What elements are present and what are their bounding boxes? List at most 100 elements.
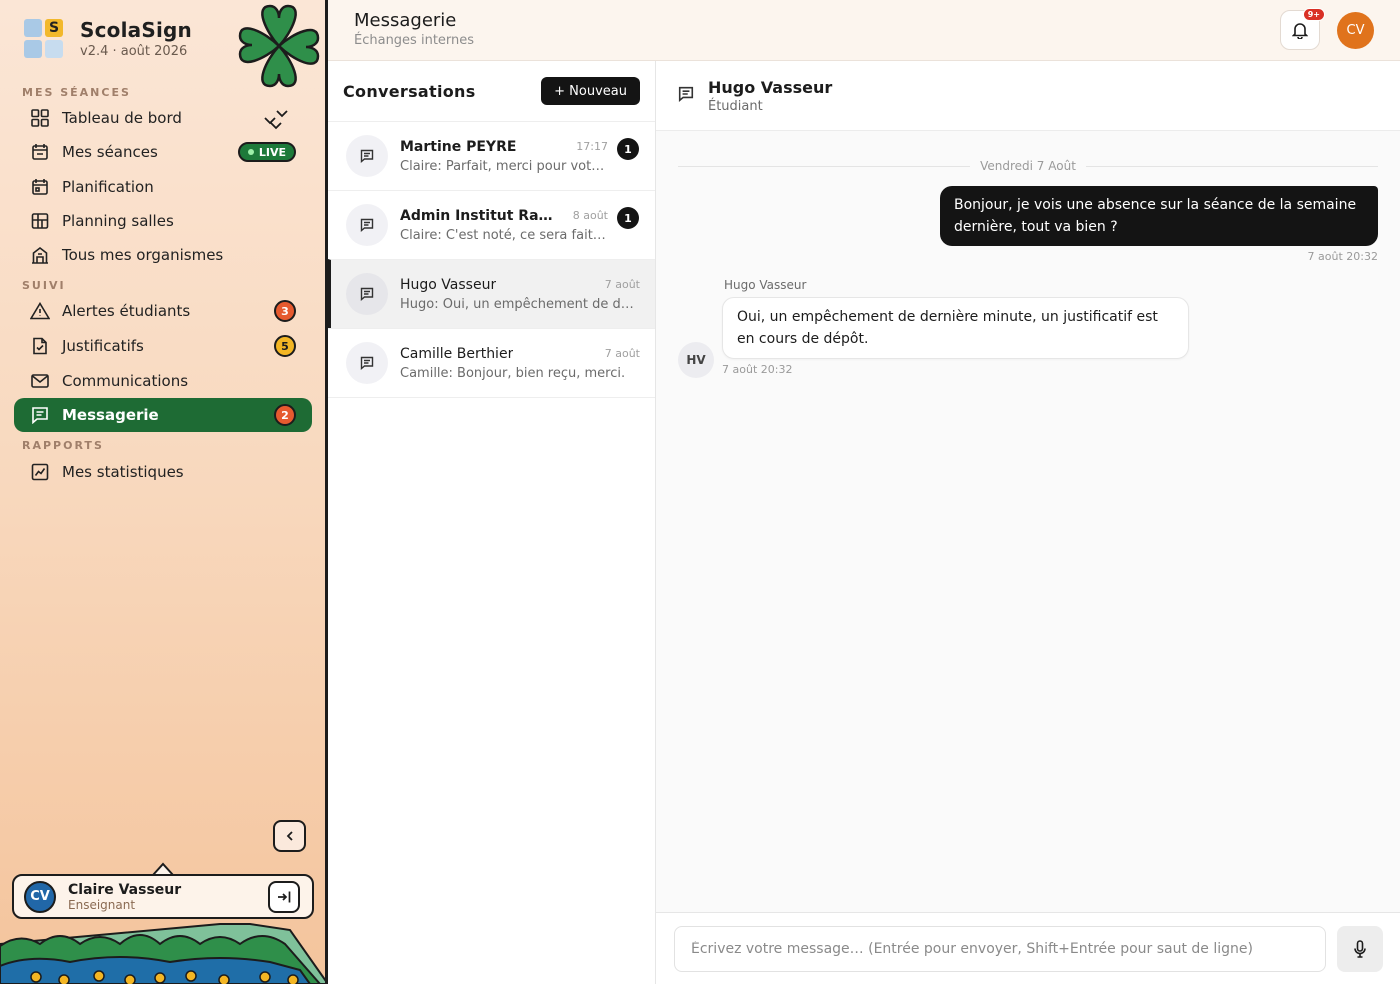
sidebar-item-alertes[interactable]: Alertes étudiants 3 (14, 294, 312, 328)
chat-contact-role: Étudiant (708, 98, 763, 114)
sidebar-item-label: Messagerie (62, 406, 159, 424)
message-timestamp: 7 août 20:32 (722, 363, 793, 376)
main-area: Messagerie Échanges internes 9+ CV Conve… (328, 0, 1400, 984)
messaging-body: Conversations + Nouveau Martine PEYRE 17… (328, 61, 1400, 984)
conversation-date: 17:17 (576, 140, 608, 153)
conversation-preview: Camille: Bonjour, bien reçu, merci. (400, 365, 626, 381)
app-logo: S (24, 18, 64, 59)
microphone-icon (1354, 939, 1366, 958)
bell-icon (1292, 23, 1308, 39)
mail-icon (30, 371, 50, 391)
building-icon (30, 245, 50, 265)
sidebar-item-label: Tableau de bord (62, 109, 182, 127)
message-bubble-incoming: Oui, un empêchement de dernière minute, … (722, 297, 1189, 359)
clover-decoration-icon (238, 4, 320, 88)
conversation-name: Hugo Vasseur (400, 276, 497, 293)
conversation-preview: Hugo: Oui, un empêchement de dernière mi… (400, 296, 640, 312)
app-window: S ScolaSign v2.4 · août 2026 MES SÉANCES… (0, 0, 1400, 984)
conversation-item[interactable]: Admin Institut Ravel Paris 8 août Claire… (328, 190, 655, 259)
sidebar-item-label: Planification (62, 178, 154, 196)
conversation-item[interactable]: Camille Berthier 7 août Camille: Bonjour… (328, 328, 655, 397)
message-author: Hugo Vasseur (724, 278, 807, 292)
message-input[interactable] (674, 925, 1326, 972)
chevron-double-down-icon[interactable] (262, 108, 288, 132)
avatar: CV (24, 880, 56, 913)
sidebar-item-label: Justificatifs (62, 337, 144, 355)
page-title: Messagerie (354, 10, 457, 31)
chat-bubble-icon (678, 86, 694, 102)
message-bubble-outgoing: Bonjour, je vois une absence sur la séan… (940, 186, 1378, 246)
sidebar-item-justificatifs[interactable]: Justificatifs 5 (14, 329, 312, 363)
sidebar-item-organismes[interactable]: Tous mes organismes (14, 238, 312, 272)
count-badge: 5 (274, 335, 296, 357)
sidebar-item-label: Mes statistiques (62, 463, 184, 481)
conversation-date: 7 août (604, 347, 640, 360)
user-card[interactable]: CV Claire Vasseur Enseignant (12, 874, 314, 919)
grid-icon (30, 211, 50, 231)
unread-badge: 1 (617, 138, 639, 160)
sidebar-item-messagerie[interactable]: Messagerie 2 (14, 398, 312, 432)
sidebar: S ScolaSign v2.4 · août 2026 MES SÉANCES… (0, 0, 328, 984)
voice-input-button[interactable] (1337, 925, 1383, 972)
alert-icon (30, 301, 50, 321)
conversation-item[interactable]: Martine PEYRE 17:17 Claire: Parfait, mer… (328, 121, 655, 190)
sidebar-item-statistiques[interactable]: Mes statistiques (14, 455, 312, 489)
conversation-name: Admin Institut Ravel Paris (400, 207, 560, 224)
brand[interactable]: S ScolaSign v2.4 · août 2026 (24, 18, 192, 59)
logout-icon (278, 891, 291, 903)
user-name: Claire Vasseur (68, 881, 182, 898)
topbar: Messagerie Échanges internes 9+ CV (328, 0, 1400, 61)
sidebar-item-label: Tous mes organismes (62, 246, 224, 264)
conversation-preview: Claire: C'est noté, ce sera fait je pens… (400, 227, 608, 243)
brand-version: v2.4 · août 2026 (80, 44, 188, 59)
conversation-name: Martine PEYRE (400, 138, 517, 155)
sidebar-item-label: Mes séances (62, 143, 158, 161)
section-title-seances: MES SÉANCES (22, 86, 131, 99)
chat-bubble-icon (346, 204, 388, 246)
sidebar-item-label: Alertes étudiants (62, 302, 191, 320)
chat-bubble-icon (346, 342, 388, 384)
live-badge: LIVE (237, 142, 296, 162)
chat-contact-name: Hugo Vasseur (708, 77, 833, 97)
dashboard-icon (30, 108, 50, 128)
collapse-sidebar-button[interactable] (273, 820, 306, 852)
section-title-suivi: SUIVI (22, 279, 66, 292)
calendar-plan-icon (30, 177, 50, 197)
conversation-preview: Claire: Parfait, merci pour votre retour… (400, 158, 608, 174)
sidebar-item-planification[interactable]: Planification (14, 170, 312, 204)
count-badge: 2 (274, 404, 296, 426)
conversations-title: Conversations (343, 81, 476, 101)
conversation-date: 8 août (572, 209, 608, 222)
composer (656, 912, 1400, 984)
chat-bubble-icon (346, 135, 388, 177)
sidebar-item-label: Planning salles (62, 212, 174, 230)
chat-panel: Hugo Vasseur Étudiant Vendredi 7 Août Bo… (656, 61, 1400, 984)
new-conversation-button[interactable]: + Nouveau (541, 77, 640, 105)
day-separator: Vendredi 7 Août (678, 159, 1378, 173)
conversation-item-selected[interactable]: Hugo Vasseur 7 août Hugo: Oui, un empêch… (328, 259, 655, 328)
chevron-left-icon (286, 831, 293, 841)
conversation-name: Camille Berthier (400, 345, 514, 362)
sidebar-item-planning-salles[interactable]: Planning salles (14, 204, 312, 238)
user-role: Enseignant (68, 897, 136, 912)
notification-badge: 9+ (1302, 8, 1325, 21)
count-badge: 3 (274, 300, 296, 322)
chat-bubble-icon (346, 273, 388, 315)
sidebar-item-communications[interactable]: Communications (14, 364, 312, 398)
brand-name: ScolaSign (80, 18, 192, 42)
conversations-panel: Conversations + Nouveau Martine PEYRE 17… (328, 61, 656, 984)
chart-icon (30, 462, 50, 482)
sidebar-item-label: Communications (62, 372, 189, 390)
avatar[interactable]: CV (1337, 12, 1374, 49)
message-thread[interactable]: Vendredi 7 Août Bonjour, je vois une abs… (656, 131, 1400, 912)
unread-badge: 1 (617, 207, 639, 229)
message-icon (30, 405, 50, 425)
conversation-date: 7 août (604, 278, 640, 291)
file-check-icon (30, 336, 50, 356)
message-timestamp: 7 août 20:32 (1307, 250, 1378, 263)
logout-button[interactable] (268, 881, 300, 913)
section-title-rapports: RAPPORTS (22, 439, 104, 452)
calendar-icon (30, 142, 50, 162)
sidebar-item-mes-seances[interactable]: Mes séances LIVE (14, 135, 312, 169)
notifications-button[interactable]: 9+ (1280, 8, 1325, 50)
